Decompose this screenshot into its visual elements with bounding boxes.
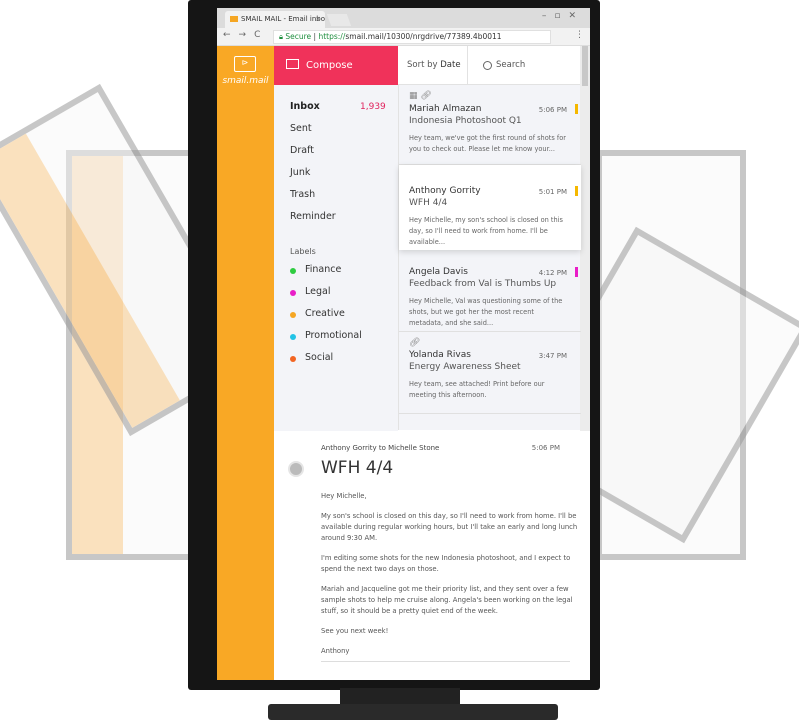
body-paragraph: My son's school is closed on this day, s… [321, 512, 578, 542]
search-input[interactable]: Search [468, 46, 580, 85]
address-bar: ←→C 🔒︎ Secure | https://smail.mail/10300… [217, 28, 590, 46]
browser-tab[interactable]: SMAIL MAIL - Email inbo × [225, 11, 325, 28]
favicon-icon [230, 16, 238, 22]
label-legal[interactable]: Legal [290, 286, 330, 297]
dot-icon [290, 312, 296, 318]
inbox-count: 1,939 [360, 102, 386, 112]
tab-title: SMAIL MAIL - Email inbo [241, 15, 325, 23]
label-flag [575, 267, 578, 277]
divider [321, 661, 570, 662]
window-controls[interactable]: –▫✕ [542, 11, 584, 21]
message-list: ▦ 🔗︎ Mariah Almazan 5:06 PM Indonesia Ph… [398, 85, 581, 430]
label-text: Finance [305, 264, 342, 275]
url-text: smail.mail/10300/nrgdrive/77389.4b0011 [345, 32, 502, 41]
message-item[interactable]: 🔗︎ Yolanda Rivas 3:47 PM Energy Awarenes… [399, 332, 581, 414]
calendar-link-icon: ▦ 🔗︎ [409, 91, 432, 101]
message-time: 5:06 PM [538, 106, 567, 114]
label-text: Creative [305, 308, 345, 319]
label-creative[interactable]: Creative [290, 308, 345, 319]
label-text: Promotional [305, 330, 362, 341]
reader-body: Hey Michelle, My son's school is closed … [321, 491, 590, 666]
message-subject: Energy Awareness Sheet [409, 362, 521, 372]
compose-button[interactable]: Compose Message [274, 46, 398, 110]
message-time: 4:12 PM [538, 269, 567, 277]
folder-draft[interactable]: Draft [290, 145, 314, 156]
url-scheme: https:// [318, 32, 346, 41]
message-from: Angela Davis [409, 267, 468, 277]
body-paragraph: See you next week! [321, 627, 389, 635]
body-paragraph: I'm editing some shots for the new Indon… [321, 554, 571, 573]
folder-inbox[interactable]: Inbox [290, 101, 320, 112]
search-icon [483, 61, 492, 70]
reader-subject: WFH 4/4 [321, 458, 394, 478]
nav-buttons[interactable]: ←→C [223, 30, 268, 40]
message-time: 3:47 PM [538, 352, 567, 360]
message-preview: Hey Michelle, my son's school is closed … [409, 216, 563, 246]
sort-prefix: Sort by [407, 60, 438, 70]
folder-junk[interactable]: Junk [290, 167, 310, 178]
tab-close-icon[interactable]: × [315, 11, 321, 28]
message-from: Yolanda Rivas [409, 350, 471, 360]
scrollbar-thumb[interactable] [582, 46, 588, 86]
brand-name: smail.mail [222, 76, 269, 86]
monitor-base [268, 704, 558, 720]
compose-icon [286, 59, 299, 69]
label-flag [575, 104, 578, 114]
message-time: 5:01 PM [538, 188, 567, 196]
message-item-selected[interactable]: Anthony Gorrity 5:01 PM WFH 4/4 Hey Mich… [399, 165, 581, 250]
sort-value: Date [440, 60, 461, 70]
folder-pane: Inbox 1,939 Sent Draft Junk Trash Remind… [274, 85, 398, 435]
message-from: Mariah Almazan [409, 104, 482, 114]
reader-meta: Anthony Gorrity to Michelle Stone [321, 444, 440, 452]
message-subject: Feedback from Val is Thumbs Up [409, 279, 557, 289]
message-preview: Hey team, see attached! Print before our… [409, 380, 545, 399]
label-finance[interactable]: Finance [290, 264, 341, 275]
label-text: Legal [305, 286, 331, 297]
message-item[interactable]: ▦ 🔗︎ Mariah Almazan 5:06 PM Indonesia Ph… [399, 85, 581, 165]
url-input[interactable]: 🔒︎ Secure | https://smail.mail/10300/nrg… [273, 30, 551, 44]
mail-app: ⊳ smail.mail Compose Message Inbox 1,939… [217, 46, 590, 680]
dot-icon [290, 268, 296, 274]
screen: SMAIL MAIL - Email inbo × –▫✕ ←→C 🔒︎ Secu… [217, 8, 590, 680]
scrollbar[interactable] [580, 46, 590, 431]
brand-sidebar: ⊳ smail.mail [217, 46, 274, 680]
labels-heading: Labels [290, 247, 316, 256]
dot-icon [290, 290, 296, 296]
link-icon: 🔗︎ [409, 338, 421, 348]
message-item[interactable]: Angela Davis 4:12 PM Feedback from Val i… [399, 250, 581, 332]
body-paragraph: Mariah and Jacqueline got me their prior… [321, 585, 573, 615]
browser-tab-bar: SMAIL MAIL - Email inbo × –▫✕ [217, 8, 590, 28]
folder-trash[interactable]: Trash [290, 189, 315, 200]
label-promotional[interactable]: Promotional [290, 330, 362, 341]
reader-time: 5:06 PM [531, 444, 560, 452]
message-from: Anthony Gorrity [409, 186, 481, 196]
message-preview: Hey team, we've got the first round of s… [409, 134, 566, 153]
label-social[interactable]: Social [290, 352, 333, 363]
body-signature: Anthony [321, 647, 350, 655]
secure-label: Secure [285, 32, 312, 41]
message-preview: Hey Michelle, Val was questioning some o… [409, 297, 563, 327]
sort-dropdown[interactable]: Sort by Date ▼ [398, 46, 468, 108]
reading-pane: Anthony Gorrity to Michelle Stone 5:06 P… [274, 431, 590, 680]
folder-sent[interactable]: Sent [290, 123, 312, 134]
mail-logo-icon: ⊳ [234, 56, 256, 72]
label-text: Social [305, 352, 334, 363]
sender-avatar [288, 461, 304, 477]
message-subject: WFH 4/4 [409, 198, 448, 208]
dot-icon [290, 334, 296, 340]
message-subject: Indonesia Photoshoot Q1 [409, 116, 522, 126]
dot-icon [290, 356, 296, 362]
label-flag [575, 186, 578, 196]
browser-menu-icon[interactable]: ⋮ [575, 30, 584, 40]
search-placeholder: Search [496, 60, 526, 70]
body-paragraph: Hey Michelle, [321, 492, 367, 500]
new-tab-button[interactable] [326, 14, 352, 26]
folder-reminder[interactable]: Reminder [290, 211, 336, 222]
